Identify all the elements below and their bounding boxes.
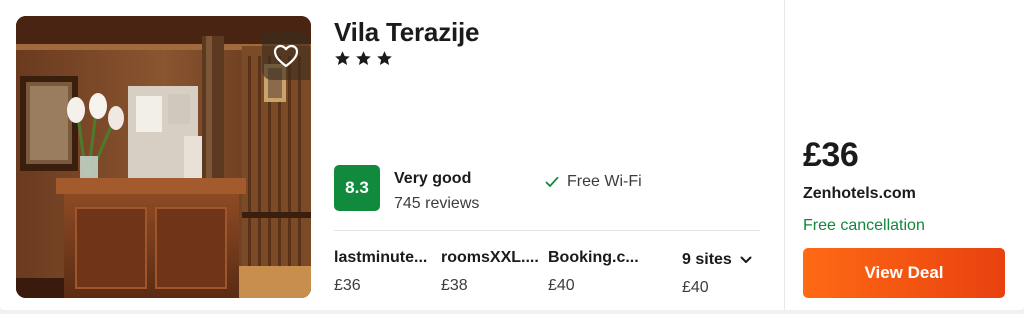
- more-sites-price: £40: [682, 279, 709, 296]
- site-price: £40: [548, 277, 575, 294]
- site-price: £38: [441, 277, 468, 294]
- star-icon: [335, 51, 350, 65]
- review-score-badge: 8.3: [334, 165, 380, 211]
- site-name: roomsXXL....: [441, 249, 539, 266]
- free-cancellation-label: Free cancellation: [803, 217, 925, 234]
- deal-panel: £36 Zenhotels.com Free cancellation View…: [784, 0, 1024, 310]
- more-sites-label: 9 sites: [682, 251, 732, 268]
- deal-provider[interactable]: Zenhotels.com: [803, 185, 916, 203]
- hotel-name[interactable]: Vila Terazije: [334, 17, 480, 48]
- star-rating: [334, 50, 393, 67]
- favorite-button[interactable]: [262, 32, 310, 80]
- deal-price[interactable]: £36: [803, 136, 859, 175]
- heart-outline-icon: [273, 44, 299, 68]
- site-price-item[interactable]: Booking.c... £40: [548, 249, 648, 295]
- divider: [334, 230, 760, 231]
- site-price-item[interactable]: roomsXXL.... £38: [441, 249, 541, 295]
- site-name: Booking.c...: [548, 249, 639, 266]
- site-price: £36: [334, 277, 361, 294]
- amenity-wifi: Free Wi-Fi: [545, 173, 642, 191]
- more-sites-dropdown[interactable]: 9 sites £40: [682, 251, 752, 297]
- star-icon: [356, 51, 371, 65]
- hotel-result-card: Vila Terazije 8.3 Very good 745 reviews …: [0, 0, 1024, 310]
- site-name: lastminute...: [334, 249, 428, 266]
- star-icon: [377, 51, 392, 65]
- review-count[interactable]: 745 reviews: [394, 195, 479, 213]
- rating-label: Very good: [394, 170, 472, 187]
- checkmark-icon: [545, 176, 559, 187]
- site-price-item[interactable]: lastminute... £36: [334, 249, 434, 295]
- hotel-photo[interactable]: [16, 16, 311, 298]
- amenity-label: Free Wi-Fi: [567, 173, 642, 190]
- chevron-down-icon: [740, 256, 752, 263]
- view-deal-button[interactable]: View Deal: [803, 248, 1005, 298]
